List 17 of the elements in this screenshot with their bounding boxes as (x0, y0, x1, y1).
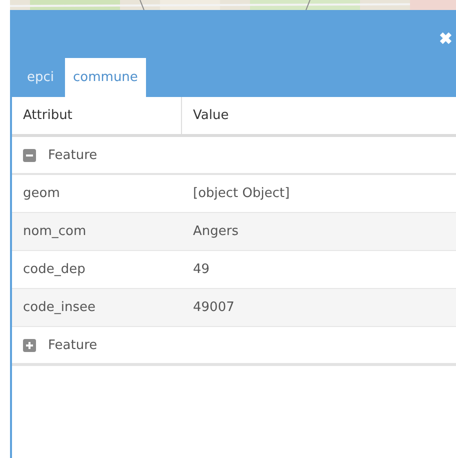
attribute-cell-text: geom (22, 185, 61, 203)
attribute-cell-text: code_insee (22, 299, 96, 317)
attribute-cell-text: code_dep (22, 261, 86, 279)
feature-label: Feature (48, 148, 98, 162)
feature-label: Feature (48, 338, 98, 352)
tab[interactable]: commune (64, 57, 147, 97)
column-header: Attribut (12, 97, 182, 134)
value-cell-text: 49 (192, 261, 211, 279)
expand-icon[interactable] (23, 338, 36, 352)
value-cell-text: Angers (192, 223, 240, 241)
column-header: Value (192, 107, 230, 125)
tab[interactable]: epci (19, 57, 62, 97)
value-cell-text: 49007 (192, 299, 236, 317)
value-cell-text: [object Object] (192, 185, 291, 203)
collapse-icon[interactable] (23, 148, 36, 162)
attribute-cell-text: nom_com (22, 223, 88, 241)
close-button[interactable]: ✖ (439, 28, 452, 52)
